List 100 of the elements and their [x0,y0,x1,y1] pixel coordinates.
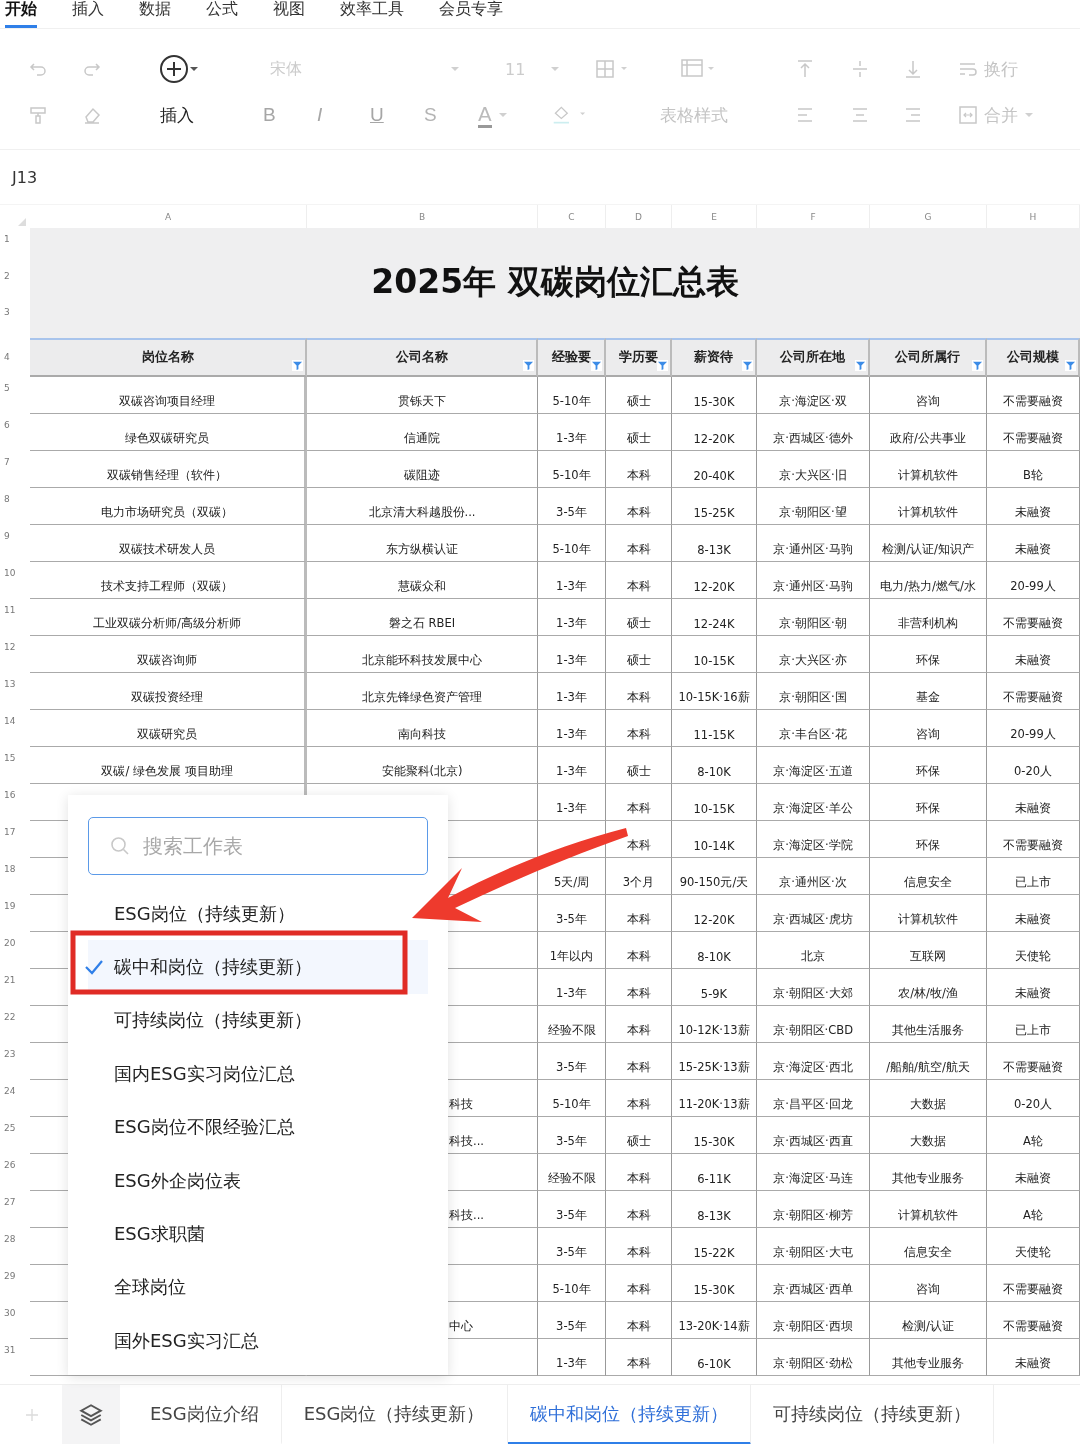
align-bottom-icon[interactable] [903,59,923,79]
row-number[interactable]: 14 [0,709,30,747]
filter-icon[interactable] [972,359,983,371]
row-number[interactable]: 4 [0,337,30,377]
table-cell: 京·海淀区·学院 [773,837,853,853]
row-number[interactable]: 3 [0,301,30,338]
sheet-tab[interactable]: ESG岗位（持续更新） [281,1385,508,1444]
table-cell: 3-5年 [556,1318,587,1334]
menu-tab[interactable]: 公式 [206,0,238,28]
filter-icon[interactable] [523,359,534,371]
layers-icon[interactable] [78,1402,104,1428]
select-all-icon[interactable] [18,218,26,226]
table-cell: 不需要融资 [1003,689,1063,705]
row-number[interactable]: 27 [0,1190,30,1228]
sheet-list-button[interactable] [62,1385,120,1444]
table-cell: 15-30K [693,1134,735,1149]
sheet-tab[interactable]: 碳中和岗位（持续更新） [507,1385,751,1444]
table-cell: 本科 [626,541,651,557]
row-number[interactable]: 31 [0,1338,30,1376]
row-number[interactable]: 2 [0,264,30,302]
row-number[interactable]: 6 [0,413,30,451]
menu-tab[interactable]: 效率工具 [340,0,404,28]
row-number[interactable]: 8 [0,487,30,525]
add-circle-icon[interactable] [160,53,200,85]
menu-tab[interactable]: 开始 [5,0,37,28]
merge-cells-icon[interactable] [958,105,978,125]
row-number[interactable]: 18 [0,857,30,895]
row-number[interactable]: 26 [0,1153,30,1191]
sheet-menu-item[interactable]: 可持续岗位（持续更新） [88,993,428,1048]
sheet-menu-item[interactable]: 碳中和岗位（持续更新） [88,940,428,994]
row-number[interactable]: 21 [0,968,30,1006]
row-number[interactable]: 13 [0,672,30,710]
table-cell: 不需要融资 [1003,1281,1063,1297]
align-top-icon[interactable] [795,59,815,79]
row-number[interactable]: 22 [0,1005,30,1043]
filter-icon[interactable] [742,359,753,371]
menu-tab[interactable]: 会员专享 [439,0,503,28]
row-number[interactable]: 23 [0,1042,30,1080]
align-right-icon[interactable] [903,105,923,125]
filter-icon[interactable] [855,359,866,371]
row-number[interactable]: 16 [0,783,30,821]
search-field[interactable]: 搜索工作表 [88,817,428,875]
row-number[interactable]: 12 [0,635,30,673]
add-sheet-icon[interactable] [24,1407,40,1423]
caret-icon[interactable] [497,112,508,118]
table-cell: 未融资 [1015,652,1051,668]
sheet-tab[interactable]: 可持续岗位（持续更新） [750,1385,994,1444]
sheet-menu-item[interactable]: 国内ESG实习岗位汇总 [88,1047,428,1101]
menu-tab[interactable]: 插入 [72,0,104,28]
align-middle-icon[interactable] [850,59,870,79]
caret-icon[interactable] [1024,112,1034,118]
filter-icon[interactable] [292,359,303,371]
row-number[interactable]: 19 [0,894,30,932]
row-number[interactable]: 29 [0,1264,30,1302]
row-number[interactable]: 9 [0,524,30,562]
align-left-icon[interactable] [795,105,815,125]
cell-reference[interactable]: J13 [12,167,38,187]
row-number[interactable]: 24 [0,1079,30,1117]
row-number[interactable]: 10 [0,561,30,599]
table-cell: 12-20K [693,431,735,446]
align-center-icon[interactable] [850,105,870,125]
caret-icon[interactable] [450,66,460,72]
sheet-menu-item[interactable]: 国外ESG实习汇总 [88,1314,428,1368]
sheet-menu-item[interactable]: ESG岗位（持续更新） [88,887,428,941]
filter-icon[interactable] [657,359,668,371]
row-number[interactable]: 17 [0,820,30,858]
filter-icon[interactable] [591,359,602,371]
table-cell: 京·通州区·马驹 [773,578,853,594]
sheet-menu-item[interactable]: ESG求职菌 [88,1207,428,1261]
sheet-menu-item[interactable]: ESG外企岗位表 [88,1153,428,1208]
table-cell: 本科 [626,985,651,1001]
caret-icon[interactable] [550,66,560,72]
table-cell: 双碳技术研发人员 [119,541,215,557]
row-number[interactable]: 15 [0,746,30,784]
eraser-icon[interactable] [82,105,102,125]
row-number[interactable]: 28 [0,1227,30,1265]
table-cell: 贯铄天下 [398,393,446,409]
filter-icon[interactable] [1065,359,1076,371]
table-cell: 硕士 [626,430,651,446]
format-button[interactable]: I [317,104,323,126]
row-number[interactable]: 1 [0,228,30,265]
row-number[interactable]: 30 [0,1301,30,1339]
row-number[interactable]: 20 [0,931,30,969]
menu-tab[interactable]: 数据 [139,0,171,28]
row-number[interactable]: 25 [0,1116,30,1154]
sheet-tab[interactable]: ESG岗位介绍 [128,1385,282,1444]
insert-label[interactable]: 插入 [160,103,194,127]
sheet-menu-item[interactable]: ESG岗位不限经验汇总 [88,1100,428,1154]
borders-icon[interactable] [595,58,629,80]
table-cell: 8-13K [697,542,731,557]
cell-format-icon[interactable] [680,58,714,80]
sheet-menu-item[interactable]: 全球岗位 [88,1260,428,1315]
table-cell: 计算机软件 [898,1207,958,1223]
format-painter-icon[interactable] [28,105,48,125]
fill-color-icon[interactable] [552,104,586,126]
row-number[interactable]: 11 [0,598,30,636]
menu-tab[interactable]: 视图 [273,0,305,28]
row-number[interactable]: 7 [0,450,30,488]
row-number[interactable]: 5 [0,376,30,414]
table-cell: 咨询 [916,393,940,409]
